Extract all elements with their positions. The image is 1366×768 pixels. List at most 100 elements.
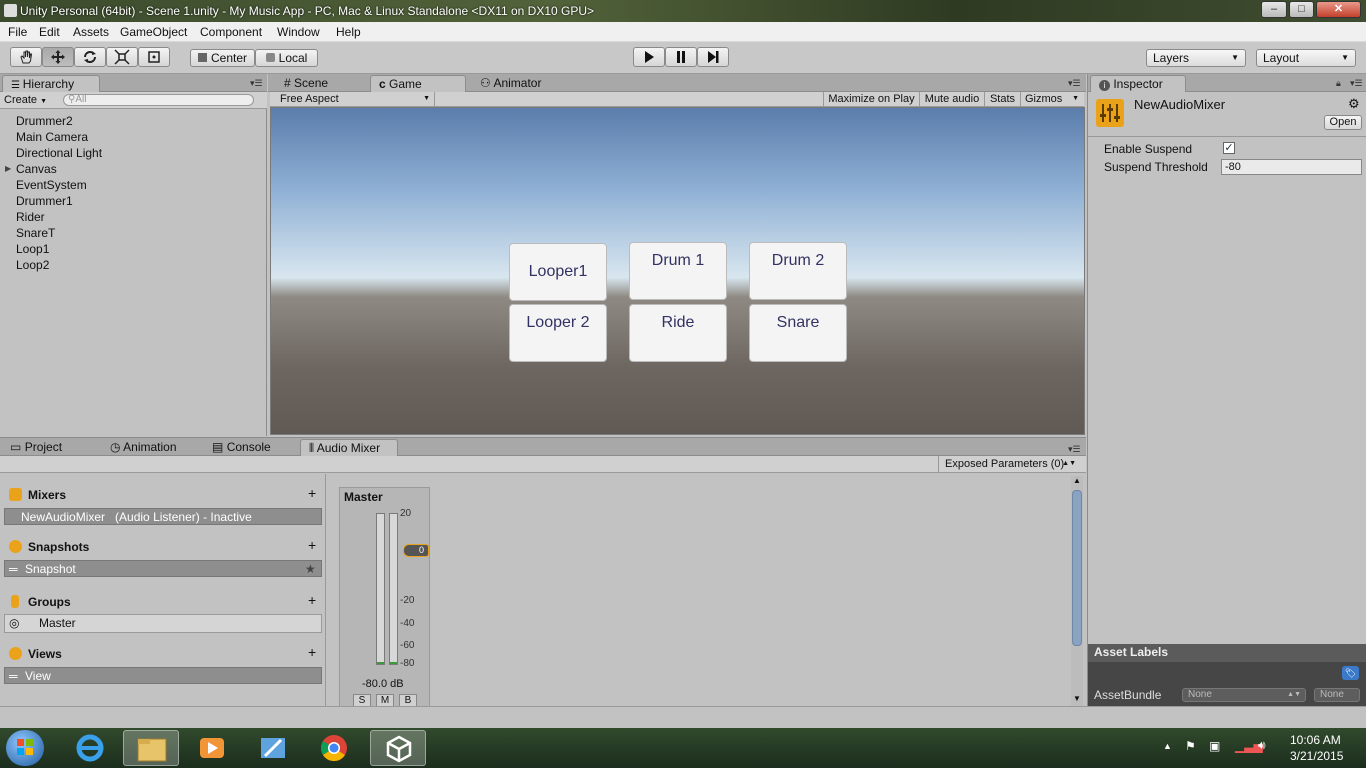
tab-game[interactable]: c Game (370, 75, 466, 92)
list-item[interactable]: SnareT (16, 226, 55, 240)
group-row[interactable]: ◎ Master (4, 614, 322, 633)
close-button[interactable]: ✕ (1316, 1, 1361, 18)
tab-project-label: Project (24, 440, 63, 454)
tray-expand-icon[interactable]: ▲ (1163, 741, 1172, 751)
list-item[interactable]: Directional Light (16, 146, 102, 160)
label-tag-icon[interactable]: 🏷︎ (1342, 666, 1359, 680)
list-item[interactable]: Main Camera (16, 130, 88, 144)
scrollbar-thumb[interactable] (1072, 490, 1082, 646)
open-button[interactable]: Open (1324, 115, 1362, 130)
looper1-button[interactable]: Looper1 (509, 243, 607, 301)
paint-icon[interactable] (245, 730, 301, 766)
list-item[interactable]: Loop1 (16, 242, 49, 256)
menu-gameobject[interactable]: GameObject (120, 25, 187, 39)
chrome-icon[interactable] (306, 730, 362, 766)
panel-menu-icon[interactable]: ▾☰ (1068, 444, 1081, 455)
space-local-button[interactable]: Local (255, 49, 318, 67)
stats-toggle[interactable]: Stats (984, 92, 1020, 106)
tab-animation[interactable]: ◷ Animation (102, 439, 194, 456)
assetbundle-dropdown[interactable]: None ▲▼ (1182, 688, 1306, 702)
device-icon[interactable]: ▣ (1209, 739, 1220, 753)
add-mixer-button[interactable]: + (308, 485, 316, 501)
lock-icon[interactable]: 🔒︎ (1336, 78, 1341, 89)
list-item[interactable]: Canvas (16, 162, 57, 176)
tab-console[interactable]: ▤ Console (204, 439, 282, 456)
list-item[interactable]: Drummer2 (16, 114, 73, 128)
start-orb-icon[interactable] (6, 730, 44, 766)
tab-inspector[interactable]: i Inspector (1090, 75, 1186, 92)
looper2-button[interactable]: Looper 2 (509, 304, 607, 362)
vertical-scrollbar[interactable]: ▲ ▼ (1071, 476, 1083, 706)
pause-button[interactable] (665, 47, 697, 67)
volume-icon[interactable]: 🔊︎ (1258, 738, 1266, 753)
media-player-icon[interactable] (184, 730, 240, 766)
menu-assets[interactable]: Assets (73, 25, 109, 39)
snapshot-row[interactable]: ═ Snapshot ★ (4, 560, 322, 577)
create-dropdown[interactable]: Create ▼ (4, 92, 47, 108)
mute-audio-toggle[interactable]: Mute audio (919, 92, 984, 106)
add-group-button[interactable]: + (308, 592, 316, 608)
hand-tool-button[interactable] (10, 47, 42, 67)
maximize-button[interactable]: □ (1289, 1, 1314, 18)
panel-menu-icon[interactable]: ▾☰ (250, 78, 263, 89)
list-item[interactable]: Loop2 (16, 258, 49, 272)
tab-scene[interactable]: # Scene (276, 75, 356, 92)
gear-icon[interactable]: ⚙ (1348, 96, 1360, 112)
view-row[interactable]: ═ View (4, 667, 322, 684)
volume-fader-handle[interactable]: 0 (403, 544, 429, 557)
step-button[interactable] (697, 47, 729, 67)
mixer-row[interactable]: NewAudioMixer (Audio Listener) - Inactiv… (4, 508, 322, 525)
ride-button[interactable]: Ride (629, 304, 727, 362)
layers-dropdown[interactable]: Layers ▼ (1146, 49, 1246, 67)
star-icon[interactable]: ★ (305, 561, 316, 578)
exposed-parameters-dropdown[interactable]: Exposed Parameters (0) ▲▼ (938, 456, 1079, 472)
menu-edit[interactable]: Edit (39, 25, 60, 39)
file-explorer-icon[interactable] (123, 730, 179, 766)
scroll-down-icon[interactable]: ▼ (1073, 694, 1081, 703)
suspend-threshold-field[interactable]: -80 (1221, 159, 1362, 175)
clock-date[interactable]: 3/21/2015 (1290, 749, 1343, 763)
list-item[interactable]: Rider (16, 210, 45, 224)
menu-window[interactable]: Window (277, 25, 320, 39)
layout-dropdown[interactable]: Layout ▼ (1256, 49, 1356, 67)
eye-icon[interactable]: ◎ (9, 615, 19, 632)
add-view-button[interactable]: + (308, 644, 316, 660)
tab-project[interactable]: ▭ Project (2, 439, 82, 456)
audio-mixer-panel: ▭ Project ◷ Animation ▤ Console ⫴ Audio … (0, 437, 1086, 707)
enable-suspend-checkbox[interactable]: ✓ (1223, 142, 1235, 154)
unity-icon[interactable] (370, 730, 426, 766)
flag-icon[interactable]: ⚑ (1185, 739, 1196, 753)
menu-file[interactable]: File (8, 25, 27, 39)
play-button[interactable] (633, 47, 665, 67)
tab-animator[interactable]: ⚇ Animator (472, 75, 562, 92)
snare-button[interactable]: Snare (749, 304, 847, 362)
drum1-button[interactable]: Drum 1 (629, 242, 727, 300)
clock-time[interactable]: 10:06 AM (1290, 733, 1341, 747)
aspect-dropdown[interactable]: Free Aspect ▼ (270, 92, 435, 106)
scroll-up-icon[interactable]: ▲ (1073, 476, 1081, 485)
expand-arrow-icon[interactable]: ▶ (5, 164, 11, 173)
hierarchy-search-input[interactable]: ⚲All (63, 94, 254, 106)
rotate-tool-button[interactable] (74, 47, 106, 67)
drum2-button[interactable]: Drum 2 (749, 242, 847, 300)
list-item[interactable]: EventSystem (16, 178, 87, 192)
add-snapshot-button[interactable]: + (308, 537, 316, 553)
minimize-button[interactable]: – (1261, 1, 1287, 18)
menu-help[interactable]: Help (336, 25, 361, 39)
move-tool-button[interactable] (42, 47, 74, 67)
scale-tool-button[interactable] (106, 47, 138, 67)
gizmos-dropdown[interactable]: Gizmos ▼ (1020, 92, 1082, 106)
list-item[interactable]: Drummer1 (16, 194, 73, 208)
assetbundle-variant-dropdown[interactable]: None (1314, 688, 1360, 702)
panel-menu-icon[interactable]: ▾☰ (1068, 78, 1081, 89)
tab-audio-mixer[interactable]: ⫴ Audio Mixer (300, 439, 398, 456)
tab-game-label: Game (389, 77, 422, 91)
internet-explorer-icon[interactable] (62, 730, 118, 766)
snapshots-heading: Snapshots (28, 540, 90, 554)
menu-component[interactable]: Component (200, 25, 262, 39)
maximize-on-play-toggle[interactable]: Maximize on Play (823, 92, 919, 106)
panel-menu-icon[interactable]: ▾☰ (1350, 78, 1363, 89)
pivot-center-button[interactable]: Center (190, 49, 255, 67)
tab-hierarchy[interactable]: ☰ Hierarchy (2, 75, 100, 92)
rect-tool-button[interactable] (138, 47, 170, 67)
